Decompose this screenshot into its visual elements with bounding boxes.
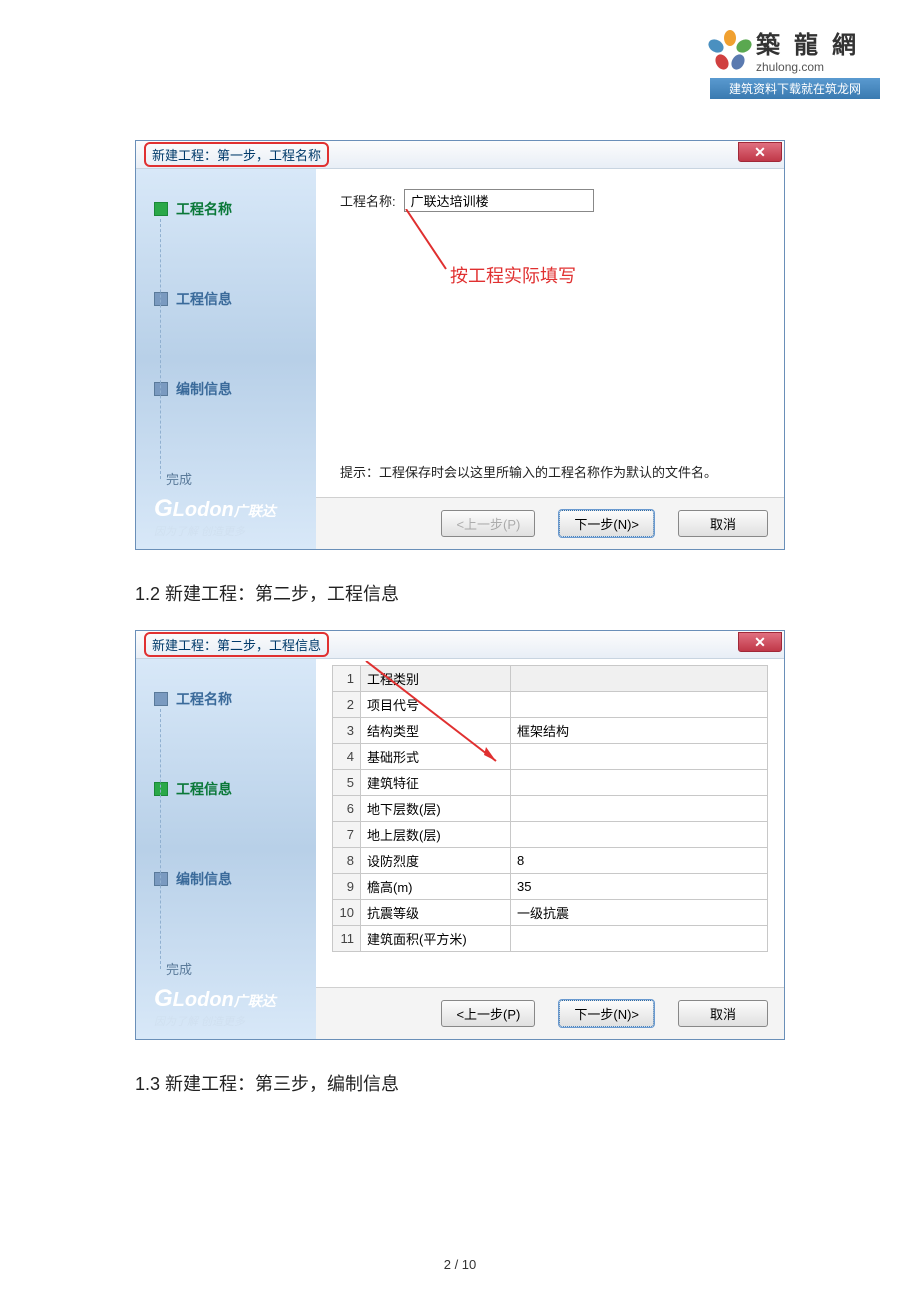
step-name[interactable]: 工程名称 — [154, 689, 298, 709]
row-key: 结构类型 — [361, 718, 511, 744]
row-value[interactable]: 框架结构 — [511, 718, 768, 744]
annotation-text: 按工程实际填写 — [450, 262, 760, 288]
row-key: 项目代号 — [361, 692, 511, 718]
arrow-annotation-2 — [316, 209, 456, 289]
logo-en: zhulong.com — [756, 60, 860, 74]
dialog-step1: 新建工程：第一步，工程名称 ✕ 工程名称 工程信息 编制信息 — [135, 140, 785, 550]
wizard-sidebar: 工程名称 工程信息 编制信息 完成 GLodon广联达 因为了解 创造更多 — [136, 169, 316, 549]
dialog-step2: 新建工程：第二步，工程信息 ✕ 工程名称 工程信息 编制信息 — [135, 630, 785, 1040]
row-index: 4 — [333, 744, 361, 770]
row-index: 3 — [333, 718, 361, 744]
step-done: 完成 — [166, 469, 298, 488]
row-value[interactable] — [511, 822, 768, 848]
step-name[interactable]: 工程名称 — [154, 199, 298, 219]
prev-button[interactable]: <上一步(P) — [441, 510, 535, 537]
table-row[interactable]: 5建筑特征 — [333, 770, 768, 796]
step-info[interactable]: 工程信息 — [154, 779, 298, 799]
row-value[interactable]: 35 — [511, 874, 768, 900]
close-icon: ✕ — [754, 144, 766, 161]
row-key: 建筑特征 — [361, 770, 511, 796]
close-button[interactable]: ✕ — [738, 142, 782, 162]
row-value[interactable]: 8 — [511, 848, 768, 874]
row-index: 10 — [333, 900, 361, 926]
row-key: 基础形式 — [361, 744, 511, 770]
row-key: 地上层数(层) — [361, 822, 511, 848]
row-value[interactable] — [511, 666, 768, 692]
table-row[interactable]: 4基础形式 — [333, 744, 768, 770]
table-row[interactable]: 8设防烈度8 — [333, 848, 768, 874]
row-value[interactable] — [511, 692, 768, 718]
row-key: 工程类别 — [361, 666, 511, 692]
brand-footer: GLodon广联达 因为了解 创造更多 — [154, 495, 298, 539]
next-button[interactable]: 下一步(N)> — [559, 510, 654, 537]
row-key: 抗震等级 — [361, 900, 511, 926]
project-info-table: 1工程类别2项目代号3结构类型框架结构4基础形式5建筑特征6地下层数(层)7地上… — [332, 665, 768, 952]
step-compile[interactable]: 编制信息 — [154, 379, 298, 399]
table-row[interactable]: 2项目代号 — [333, 692, 768, 718]
brand-footer: GLodon广联达 因为了解 创造更多 — [154, 985, 298, 1029]
row-key: 设防烈度 — [361, 848, 511, 874]
logo-banner: 建筑资料下载就在筑龙网 — [710, 78, 880, 99]
row-index: 7 — [333, 822, 361, 848]
row-index: 1 — [333, 666, 361, 692]
row-value[interactable] — [511, 926, 768, 952]
row-value[interactable] — [511, 744, 768, 770]
wizard-sidebar: 工程名称 工程信息 编制信息 完成 GLodon广联达 因为了解 创造更多 — [136, 659, 316, 1039]
row-key: 檐高(m) — [361, 874, 511, 900]
table-row[interactable]: 1工程类别 — [333, 666, 768, 692]
heading-1-3: 1.3 新建工程：第三步，编制信息 — [135, 1070, 785, 1096]
page-number: 2 / 10 — [0, 1257, 920, 1272]
close-button[interactable]: ✕ — [738, 632, 782, 652]
row-index: 11 — [333, 926, 361, 952]
row-key: 建筑面积(平方米) — [361, 926, 511, 952]
table-row[interactable]: 11建筑面积(平方米) — [333, 926, 768, 952]
project-name-input[interactable] — [404, 189, 594, 212]
step-done: 完成 — [166, 959, 298, 978]
table-row[interactable]: 3结构类型框架结构 — [333, 718, 768, 744]
row-index: 9 — [333, 874, 361, 900]
dialog1-hint: 提示：工程保存时会以这里所输入的工程名称作为默认的文件名。 — [340, 462, 760, 481]
row-index: 5 — [333, 770, 361, 796]
cancel-button[interactable]: 取消 — [678, 510, 768, 537]
flower-icon — [710, 30, 750, 70]
close-icon: ✕ — [754, 634, 766, 651]
row-index: 8 — [333, 848, 361, 874]
row-value[interactable]: 一级抗震 — [511, 900, 768, 926]
heading-1-2: 1.2 新建工程：第二步，工程信息 — [135, 580, 785, 606]
site-logo: 築 龍 網 zhulong.com 建筑资料下载就在筑龙网 — [710, 25, 880, 99]
logo-cn: 築 龍 網 — [756, 25, 860, 60]
project-name-label: 工程名称: — [340, 191, 396, 210]
table-row[interactable]: 7地上层数(层) — [333, 822, 768, 848]
row-index: 6 — [333, 796, 361, 822]
table-row[interactable]: 6地下层数(层) — [333, 796, 768, 822]
cancel-button[interactable]: 取消 — [678, 1000, 768, 1027]
row-key: 地下层数(层) — [361, 796, 511, 822]
row-value[interactable] — [511, 796, 768, 822]
row-value[interactable] — [511, 770, 768, 796]
prev-button[interactable]: <上一步(P) — [441, 1000, 535, 1027]
dialog2-title: 新建工程：第二步，工程信息 — [144, 632, 329, 657]
row-index: 2 — [333, 692, 361, 718]
step-compile[interactable]: 编制信息 — [154, 869, 298, 889]
table-row[interactable]: 10抗震等级一级抗震 — [333, 900, 768, 926]
table-row[interactable]: 9檐高(m)35 — [333, 874, 768, 900]
step-info[interactable]: 工程信息 — [154, 289, 298, 309]
next-button[interactable]: 下一步(N)> — [559, 1000, 654, 1027]
dialog1-title: 新建工程：第一步，工程名称 — [144, 142, 329, 167]
